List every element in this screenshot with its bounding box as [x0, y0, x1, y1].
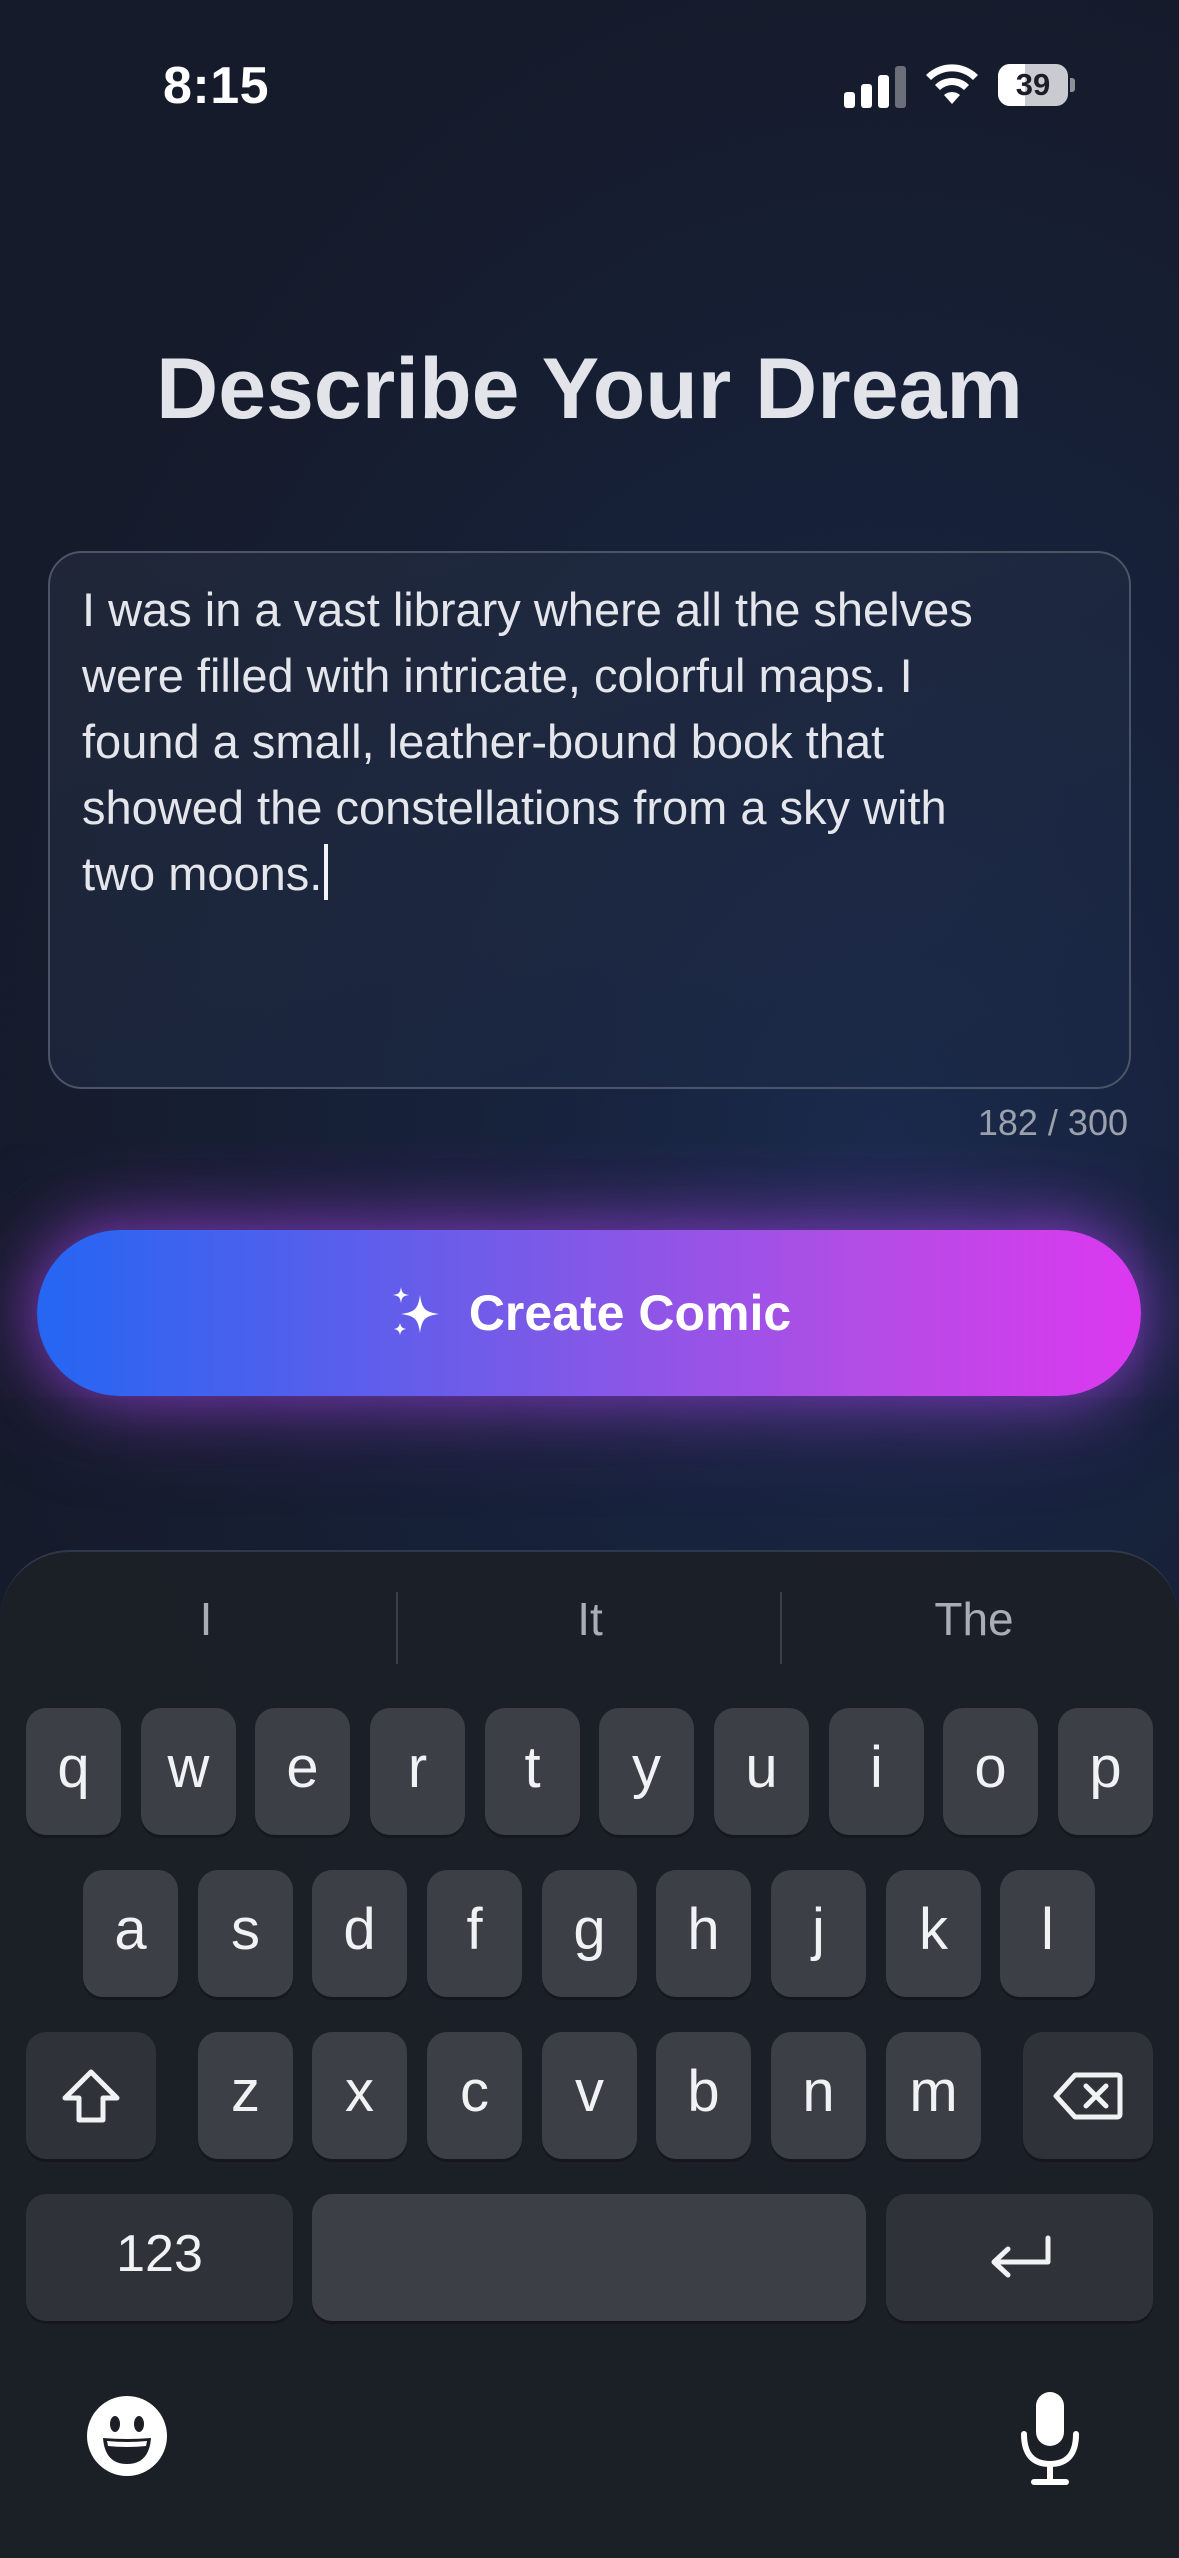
- key-s[interactable]: s: [198, 1870, 293, 1997]
- backspace-key[interactable]: [1023, 2032, 1153, 2159]
- suggestion-3[interactable]: The: [782, 1592, 1166, 1646]
- key-o[interactable]: o: [943, 1708, 1038, 1835]
- key-e[interactable]: e: [255, 1708, 350, 1835]
- microphone-icon[interactable]: [1018, 2388, 1082, 2488]
- key-b[interactable]: b: [656, 2032, 751, 2159]
- cellular-signal-icon: [844, 66, 906, 108]
- key-h[interactable]: h: [656, 1870, 751, 1997]
- key-n[interactable]: n: [771, 2032, 866, 2159]
- battery-icon: 39: [998, 64, 1075, 106]
- create-comic-label: Create Comic: [468, 1285, 792, 1341]
- character-counter: 182 / 300: [977, 1102, 1128, 1143]
- numbers-key[interactable]: 123: [26, 2194, 293, 2321]
- space-bar[interactable]: [312, 2194, 866, 2321]
- wifi-icon: [926, 64, 978, 104]
- status-bar: 8:15 39: [0, 0, 1179, 170]
- key-g[interactable]: g: [542, 1870, 637, 1997]
- key-j[interactable]: j: [771, 1870, 866, 1997]
- key-k[interactable]: k: [886, 1870, 981, 1997]
- key-x[interactable]: x: [312, 2032, 407, 2159]
- text-cursor: [324, 844, 329, 900]
- page-title: Describe Your Dream: [156, 341, 1023, 437]
- return-icon: [991, 2235, 1050, 2278]
- key-i[interactable]: i: [829, 1708, 924, 1835]
- key-z[interactable]: z: [198, 2032, 293, 2159]
- suggestion-2[interactable]: It: [398, 1592, 782, 1646]
- dream-text-value: I was in a vast library where all the sh…: [82, 583, 973, 900]
- key-c[interactable]: c: [427, 2032, 522, 2159]
- key-f[interactable]: f: [427, 1870, 522, 1997]
- battery-level: 39: [1015, 67, 1051, 102]
- predictive-suggestions: I It The: [0, 1552, 1179, 1702]
- emoji-icon[interactable]: [85, 2394, 169, 2478]
- key-p[interactable]: p: [1058, 1708, 1153, 1835]
- key-m[interactable]: m: [886, 2032, 981, 2159]
- key-u[interactable]: u: [714, 1708, 809, 1835]
- create-comic-button[interactable]: Create Comic: [37, 1230, 1141, 1396]
- suggestion-1[interactable]: I: [14, 1592, 398, 1646]
- dream-text-input[interactable]: I was in a vast library where all the sh…: [48, 551, 1131, 1089]
- key-w[interactable]: w: [141, 1708, 236, 1835]
- key-t[interactable]: t: [485, 1708, 580, 1835]
- key-a[interactable]: a: [83, 1870, 178, 1997]
- key-r[interactable]: r: [370, 1708, 465, 1835]
- key-l[interactable]: l: [1000, 1870, 1095, 1997]
- key-d[interactable]: d: [312, 1870, 407, 1997]
- shift-icon: [62, 2069, 120, 2123]
- sparkle-icon: [392, 1287, 439, 1335]
- key-v[interactable]: v: [542, 2032, 637, 2159]
- backspace-icon: [1053, 2072, 1123, 2120]
- key-y[interactable]: y: [599, 1708, 694, 1835]
- status-time: 8:15: [163, 57, 270, 115]
- shift-key[interactable]: [26, 2032, 156, 2159]
- key-q[interactable]: q: [26, 1708, 121, 1835]
- return-key[interactable]: [886, 2194, 1153, 2321]
